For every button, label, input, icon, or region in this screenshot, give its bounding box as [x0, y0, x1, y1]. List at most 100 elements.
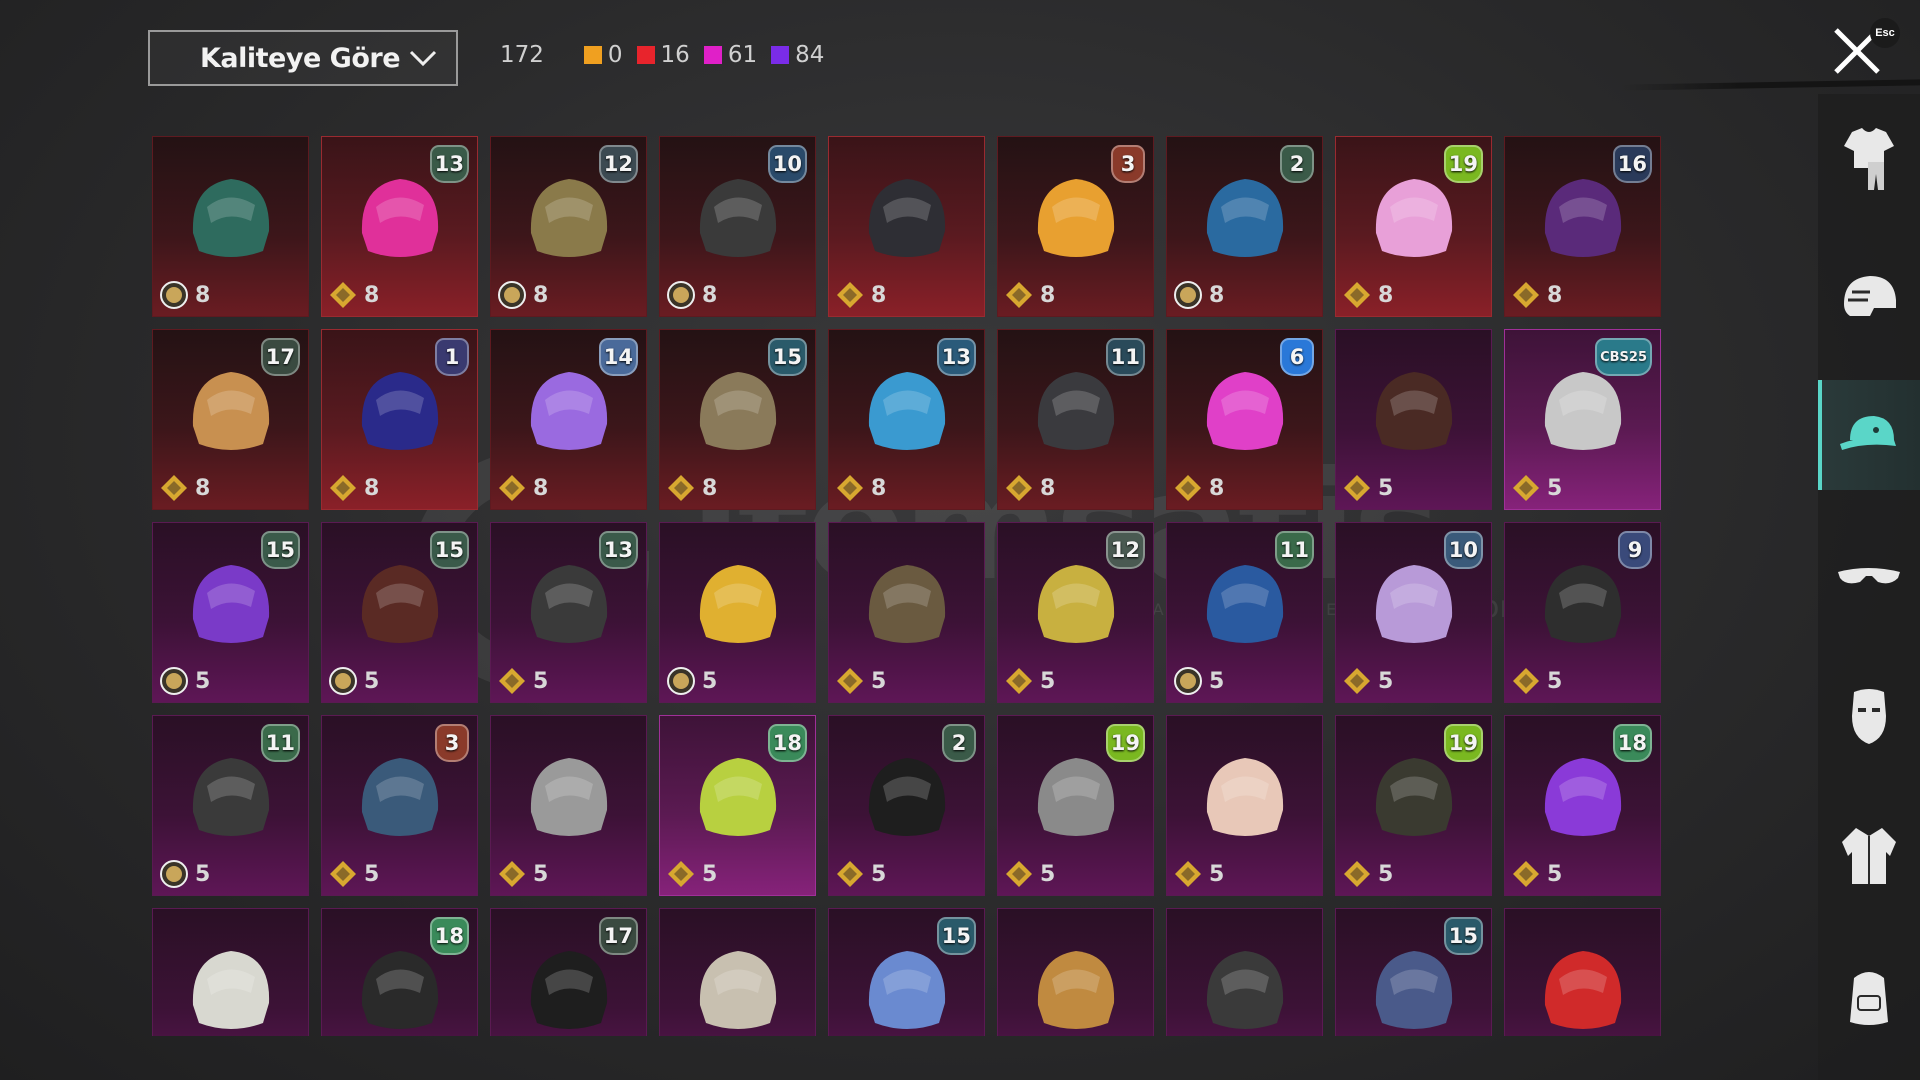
item-tile[interactable]: 8 [152, 136, 309, 317]
gem-icon [668, 475, 694, 501]
rarity-count-mythic: 16 [636, 42, 690, 68]
item-tile[interactable]: 19 8 [1335, 136, 1492, 317]
item-tile[interactable]: 18 5 [659, 715, 816, 896]
item-tile[interactable]: 16 8 [1504, 136, 1661, 317]
close-button[interactable]: Esc [1832, 18, 1902, 78]
category-helmet[interactable] [1818, 244, 1920, 354]
item-tile[interactable]: 35 [321, 715, 478, 896]
item-tile[interactable] [1166, 908, 1323, 1036]
category-jacket[interactable] [1818, 802, 1920, 912]
item-tile[interactable]: 17 8 [152, 329, 309, 510]
cost-label: 5 [835, 666, 886, 696]
series-badge: 2 [942, 724, 976, 762]
gem-icon [330, 861, 356, 887]
gem-icon [499, 475, 525, 501]
cost-label: 5 [497, 859, 548, 889]
item-tile[interactable]: 11 5 [152, 715, 309, 896]
cost-value: 5 [195, 668, 211, 694]
cost-value: 5 [871, 861, 887, 887]
cost-value: 5 [1209, 668, 1225, 694]
item-tile[interactable]: 12 8 [490, 136, 647, 317]
cap-icon [1840, 416, 1896, 450]
sort-dropdown[interactable]: Kaliteye Göre [148, 30, 458, 86]
item-tile[interactable]: 14 8 [490, 329, 647, 510]
item-tile[interactable]: 38 [997, 136, 1154, 317]
series-badge: 11 [1105, 338, 1145, 376]
cost-value: 8 [702, 282, 718, 308]
item-tile[interactable]: 15 8 [659, 329, 816, 510]
headwear-art-icon [868, 179, 946, 257]
cost-label: 5 [1173, 859, 1224, 889]
item-tile[interactable]: 5 [490, 715, 647, 896]
item-tile[interactable]: 10 5 [1335, 522, 1492, 703]
cost-label: 5 [1342, 859, 1393, 889]
item-tile[interactable]: 5 [659, 522, 816, 703]
cost-label: 8 [1511, 280, 1562, 310]
series-badge: 19 [1443, 724, 1483, 762]
item-tile[interactable]: 19 5 [1335, 715, 1492, 896]
item-tile[interactable]: 13 5 [490, 522, 647, 703]
item-tile[interactable]: 15 5 [152, 522, 309, 703]
item-tile[interactable]: 13 8 [828, 329, 985, 510]
cost-label: 8 [835, 473, 886, 503]
item-tile[interactable]: 15 [1335, 908, 1492, 1036]
item-tile[interactable]: 11 5 [1166, 522, 1323, 703]
series-badge: 13 [936, 338, 976, 376]
cost-value: 8 [871, 475, 887, 501]
item-tile[interactable]: 5 [828, 522, 985, 703]
item-tile[interactable]: 8 [828, 136, 985, 317]
category-mask[interactable] [1818, 662, 1920, 772]
item-tile[interactable]: 25 [828, 715, 985, 896]
backpack-icon [1850, 972, 1888, 1025]
magenta-square-icon [703, 46, 722, 64]
series-badge: 10 [767, 145, 807, 183]
item-tile[interactable]: 18 5 [1504, 715, 1661, 896]
series-badge: 11 [1274, 531, 1314, 569]
item-tile[interactable]: 12 5 [997, 522, 1154, 703]
item-tile[interactable]: 15 [828, 908, 985, 1036]
top-bar: Kaliteye Göre 172 0 16 61 84 Esc [0, 0, 1920, 120]
item-tile[interactable]: 13 8 [321, 136, 478, 317]
chevron-down-icon [409, 50, 437, 67]
cost-label: 8 [497, 473, 548, 503]
item-tile[interactable]: 18 [321, 329, 478, 510]
item-tile[interactable] [152, 908, 309, 1036]
cost-value: 8 [1378, 282, 1394, 308]
series-badge: 15 [936, 917, 976, 955]
category-outfit[interactable] [1818, 104, 1920, 214]
item-tile[interactable]: 19 5 [997, 715, 1154, 896]
cost-label: 5 [666, 859, 717, 889]
gem-icon [1513, 861, 1539, 887]
series-badge: 3 [1111, 145, 1145, 183]
item-tile[interactable]: CBS25 5 [1504, 329, 1661, 510]
series-badge: 19 [1443, 145, 1483, 183]
item-tile[interactable]: 15 5 [321, 522, 478, 703]
outfit-icon [1844, 128, 1894, 190]
cost-value: 5 [364, 861, 380, 887]
cost-label: 8 [666, 473, 717, 503]
item-tile[interactable]: 10 8 [659, 136, 816, 317]
item-tile[interactable]: 28 [1166, 136, 1323, 317]
item-tile[interactable]: 95 [1504, 522, 1661, 703]
cost-value: 8 [702, 475, 718, 501]
category-hat[interactable] [1818, 380, 1920, 490]
item-tile[interactable]: 5 [1335, 329, 1492, 510]
category-backpack[interactable] [1818, 942, 1920, 1052]
item-tile[interactable]: 68 [1166, 329, 1323, 510]
item-tile[interactable] [997, 908, 1154, 1036]
item-tile[interactable] [659, 908, 816, 1036]
cost-value: 5 [195, 861, 211, 887]
series-badge: 16 [1612, 145, 1652, 183]
cost-label: 5 [1342, 473, 1393, 503]
item-tile[interactable] [1504, 908, 1661, 1036]
cost-value: 5 [1547, 668, 1563, 694]
series-badge: 15 [260, 531, 300, 569]
category-glasses[interactable] [1818, 522, 1920, 632]
item-tile[interactable]: 18 [321, 908, 478, 1036]
item-tile[interactable]: 11 8 [997, 329, 1154, 510]
gem-icon [499, 668, 525, 694]
item-tile[interactable]: 5 [1166, 715, 1323, 896]
gem-icon [1513, 475, 1539, 501]
series-badge: 17 [260, 338, 300, 376]
item-tile[interactable]: 17 [490, 908, 647, 1036]
